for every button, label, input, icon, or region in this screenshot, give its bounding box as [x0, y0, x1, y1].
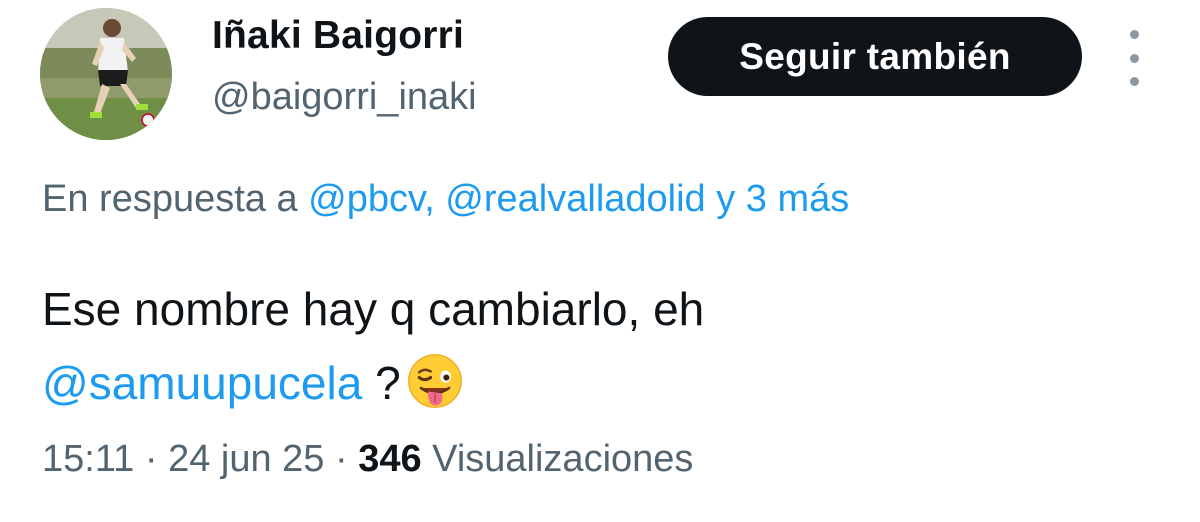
- reply-context-prefix: En respuesta a: [42, 178, 309, 220]
- tweet-meta: 15:11 · 24 jun 25 · 346 Visualizaciones: [42, 438, 693, 481]
- views-count: 346: [358, 438, 422, 480]
- reply-context: En respuesta a @pbcv, @realvalladolid y …: [42, 178, 849, 221]
- tweet-text-line-2: @samuupucela ?: [42, 346, 1162, 420]
- tweet-card: Iñaki Baigorri @baigorri_inaki Seguir ta…: [0, 0, 1200, 522]
- tweet-text-line: Ese nombre hay q cambiarlo, eh: [42, 283, 705, 335]
- tweet-time[interactable]: 15:11: [42, 438, 134, 480]
- tweet-text-suffix: ?: [362, 357, 401, 409]
- winking-face-with-tongue-icon: [407, 354, 462, 408]
- more-options-icon[interactable]: [1118, 30, 1150, 86]
- meta-separator-2: ·: [324, 438, 359, 480]
- follow-button[interactable]: Seguir también: [668, 17, 1082, 96]
- views-label: Visualizaciones: [421, 438, 694, 480]
- author-handle[interactable]: @baigorri_inaki: [212, 76, 477, 119]
- avatar[interactable]: [40, 8, 172, 140]
- tweet-text: Ese nombre hay q cambiarlo, eh @samuupuc…: [42, 272, 1162, 420]
- avatar-photo: [40, 8, 172, 140]
- meta-separator: ·: [134, 438, 169, 480]
- mention-link[interactable]: @samuupucela: [42, 357, 362, 409]
- author-name[interactable]: Iñaki Baigorri: [212, 14, 464, 58]
- tweet-date[interactable]: 24 jun 25: [168, 438, 324, 480]
- reply-mentions-link[interactable]: @pbcv, @realvalladolid y 3 más: [308, 178, 849, 220]
